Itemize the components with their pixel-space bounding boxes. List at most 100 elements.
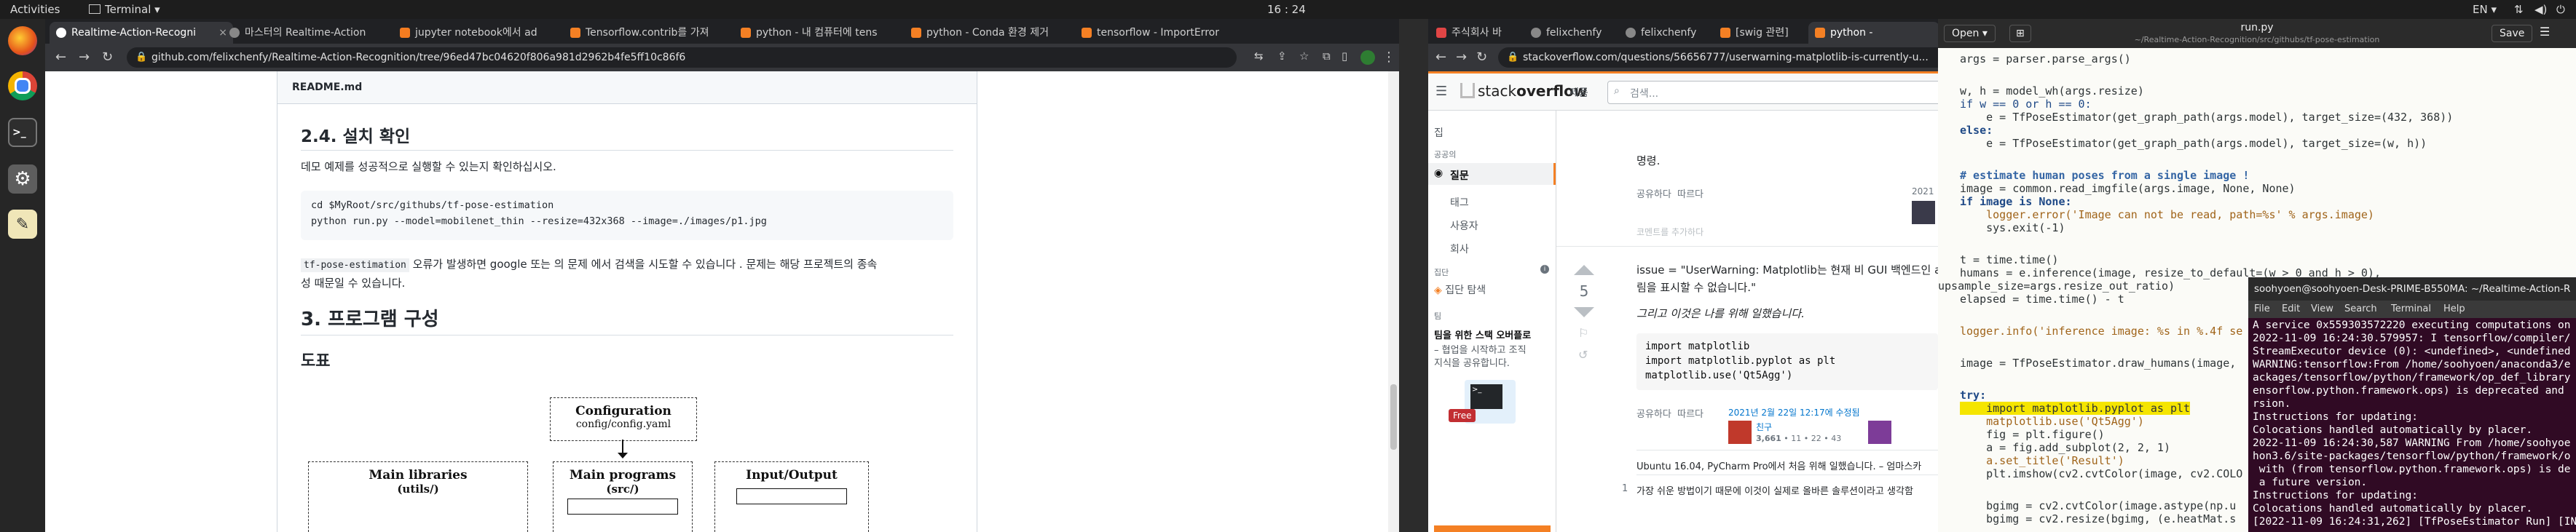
code-line: cd $MyRoot/src/githubs/tf-pose-estimatio… [311, 199, 554, 211]
free-badge: Free [1449, 409, 1476, 422]
tab-tensorflow-contrib[interactable]: Tensorflow.contrib를 가져 [564, 22, 740, 44]
terminal-window: soohyoen@soohyoen-Desk-PRIME-B550MA: ~/R… [2248, 277, 2576, 532]
tab-master[interactable]: 마스터의 Realtime-Action [223, 22, 399, 44]
text-editor-icon[interactable]: ✎ [8, 210, 37, 239]
answer-text: 명령. [1636, 154, 1661, 167]
editor-path: ~/Realtime-Action-Recognition/src/github… [2134, 35, 2380, 44]
translate-icon[interactable]: ⇆ [1254, 49, 1264, 63]
code-line: a.set_title('Result') [1960, 454, 2124, 467]
reload-icon[interactable]: ↻ [1476, 49, 1487, 65]
tab-conda[interactable]: python - Conda 환경 제거 [905, 22, 1081, 44]
activities-button[interactable]: Activities [10, 3, 60, 16]
so-logo[interactable]: stackoverflow [1460, 82, 1587, 100]
downvote-icon[interactable] [1574, 307, 1594, 317]
bookmark-icon[interactable]: ⚐ [1578, 326, 1588, 340]
nav-tags[interactable]: 태그 [1450, 195, 1469, 210]
code-line: matplotlib.use('Qt5Agg') [1960, 415, 2144, 428]
forward-icon[interactable]: → [79, 49, 90, 65]
history-icon[interactable]: ↺ [1578, 348, 1588, 362]
divider [301, 335, 953, 336]
avatar[interactable] [1912, 201, 1935, 224]
reload-icon[interactable]: ↻ [102, 49, 113, 65]
answer-text: issue = "UserWarning: Matplotlib는 현재 비 G… [1636, 263, 1938, 277]
nav-companies[interactable]: 회사 [1450, 242, 1469, 256]
upvote-icon[interactable] [1574, 265, 1594, 275]
note-line: tf-pose-estimation 오류가 발생하면 google 또는 의 … [301, 256, 877, 272]
info-icon[interactable]: i [1540, 265, 1549, 274]
profile-avatar[interactable] [1360, 50, 1375, 65]
code-line: if image is None: [1960, 195, 2072, 208]
code-line: matplotlib.use('Qt5Agg') [1645, 370, 1793, 381]
nav-section-public: 공공의 [1434, 150, 1457, 159]
github-icon [229, 28, 240, 38]
editor-name[interactable]: 친구 [1756, 421, 1772, 433]
edit-info-link[interactable]: 2021년 2월 22일 12:17에 수정됨 [1728, 406, 1860, 418]
tab-importerror[interactable]: tensorflow - ImportError [1075, 22, 1251, 44]
nav-section-team: 팀 [1434, 311, 1442, 321]
extensions-icon[interactable]: ⧉ [1323, 49, 1331, 63]
nav-users[interactable]: 사용자 [1450, 218, 1478, 233]
terminal-icon[interactable]: >_ [8, 118, 37, 147]
tab-jupyter[interactable]: jupyter notebook에서 ad [393, 22, 570, 44]
terminal-menubar: File Edit View Search Terminal Help [2248, 301, 2576, 318]
answer-text: 그리고 이것은 나를 위해 일했습니다. [1636, 307, 1805, 320]
code-line: else: [1960, 124, 1993, 137]
menu-edit[interactable]: Edit [2282, 303, 2300, 314]
save-button[interactable]: Save [2492, 25, 2533, 42]
back-icon[interactable]: ← [55, 49, 66, 65]
code-line: plt.imshow(cv2.cvtColor(image, cv2.COLO [1960, 467, 2243, 480]
menu-search[interactable]: Search [2344, 303, 2377, 314]
nav-questions[interactable]: ◉ 질문 [1428, 163, 1556, 185]
code-line-highlighted: import matplotlib.pyplot as plt [1960, 402, 2191, 415]
tab-realtime-action[interactable]: Realtime-Action-Recogni × [50, 22, 233, 44]
clock[interactable]: 16 : 24 [1267, 3, 1306, 16]
hamburger-icon[interactable]: ☰ [1435, 84, 1447, 99]
create-team-button[interactable] [1434, 525, 1551, 532]
bookmark-star-icon[interactable]: ☆ [1299, 49, 1309, 63]
nav-home[interactable]: 집 [1434, 125, 1443, 140]
divider [301, 150, 953, 151]
terminal-line: ackages/tensorflow/python/framework/op_d… [2253, 372, 2571, 384]
code-block[interactable]: cd $MyRoot/src/githubs/tf-pose-estimatio… [301, 191, 953, 240]
share-follow-links[interactable]: 공유하다 따르다 [1636, 186, 1703, 200]
code-line: upsample_size=args.resize_out_ratio) [1938, 279, 2175, 293]
menu-view[interactable]: View [2311, 303, 2333, 314]
nav-explore-collectives[interactable]: ◈ 집단 탐색 [1434, 282, 1486, 297]
menu-file[interactable]: File [2254, 303, 2270, 314]
menu-help[interactable]: Help [2443, 303, 2465, 314]
answer-code-block[interactable]: import matplotlib import matplotlib.pypl… [1636, 333, 1938, 390]
power-icon[interactable]: ⏻ [2556, 3, 2565, 16]
terminal-output[interactable]: A service 0x559303572220 executing compu… [2248, 318, 2576, 532]
firefox-icon[interactable] [8, 26, 37, 55]
tab-python-tens[interactable]: python - 내 컴퓨터에 tens [734, 22, 910, 44]
so-search-input[interactable]: ⌕ 검색... [1607, 81, 1938, 104]
share-icon[interactable]: ⇪ [1277, 49, 1287, 63]
tab-python[interactable]: python - [1808, 22, 1938, 44]
add-comment-link[interactable]: 코멘트를 추가하다 [1636, 226, 1703, 238]
diagram-programs-box: Main programs (src/) [553, 461, 693, 532]
network-icon[interactable]: ⇅ [2514, 3, 2524, 16]
address-field[interactable]: 🔒 stackoverflow.com/questions/56656777/us… [1498, 47, 1938, 68]
settings-icon[interactable]: ⚙ [8, 164, 37, 194]
volume-icon[interactable]: ◀) [2534, 3, 2547, 16]
menu-icon[interactable]: ☰ [2540, 25, 2550, 39]
share-follow-links[interactable]: 공유하다 따르다 [1636, 406, 1703, 420]
terminal-line: Instructions for updating: [2253, 411, 2418, 423]
address-field[interactable]: 🔒 github.com/felixchenfy/Realtime-Action-… [127, 47, 1237, 68]
avatar[interactable] [1868, 421, 1891, 444]
terminal-line: hon3.6/site-packages/tensorflow/python/f… [2253, 450, 2571, 462]
forward-icon[interactable]: → [1456, 49, 1467, 65]
scrollbar-thumb[interactable] [1390, 384, 1397, 450]
app-menu[interactable]: Terminal ▾ [89, 3, 160, 16]
products-menu[interactable]: 제품 [1569, 85, 1588, 100]
chrome-icon[interactable] [8, 71, 37, 100]
avatar[interactable] [1728, 421, 1752, 444]
scrollbar[interactable] [1388, 71, 1399, 532]
keyboard-layout[interactable]: EN ▾ [2473, 3, 2497, 16]
sidepanel-icon[interactable]: ▯ [1342, 49, 1347, 63]
so-left-nav: 집 공공의 ◉ 질문 태그 사용자 회사 집단 i ◈ 집단 탐색 팀 팀을 위… [1428, 111, 1556, 532]
back-icon[interactable]: ← [1435, 49, 1446, 65]
menu-terminal[interactable]: Terminal [2391, 303, 2431, 314]
readme-filename[interactable]: README.md [292, 82, 362, 93]
menu-dots-icon[interactable]: ⋮ [1382, 49, 1395, 65]
